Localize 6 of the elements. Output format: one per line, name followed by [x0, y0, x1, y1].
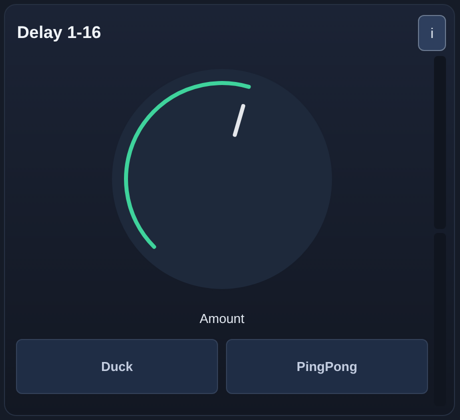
toggle-button[interactable]: Duck: [16, 339, 218, 394]
info-button[interactable]: i: [418, 15, 446, 51]
panel-title: Delay 1-16: [17, 23, 102, 43]
knob[interactable]: [112, 69, 332, 289]
toggle-button[interactable]: PingPong: [226, 339, 428, 394]
knob-label: Amount: [200, 311, 244, 327]
